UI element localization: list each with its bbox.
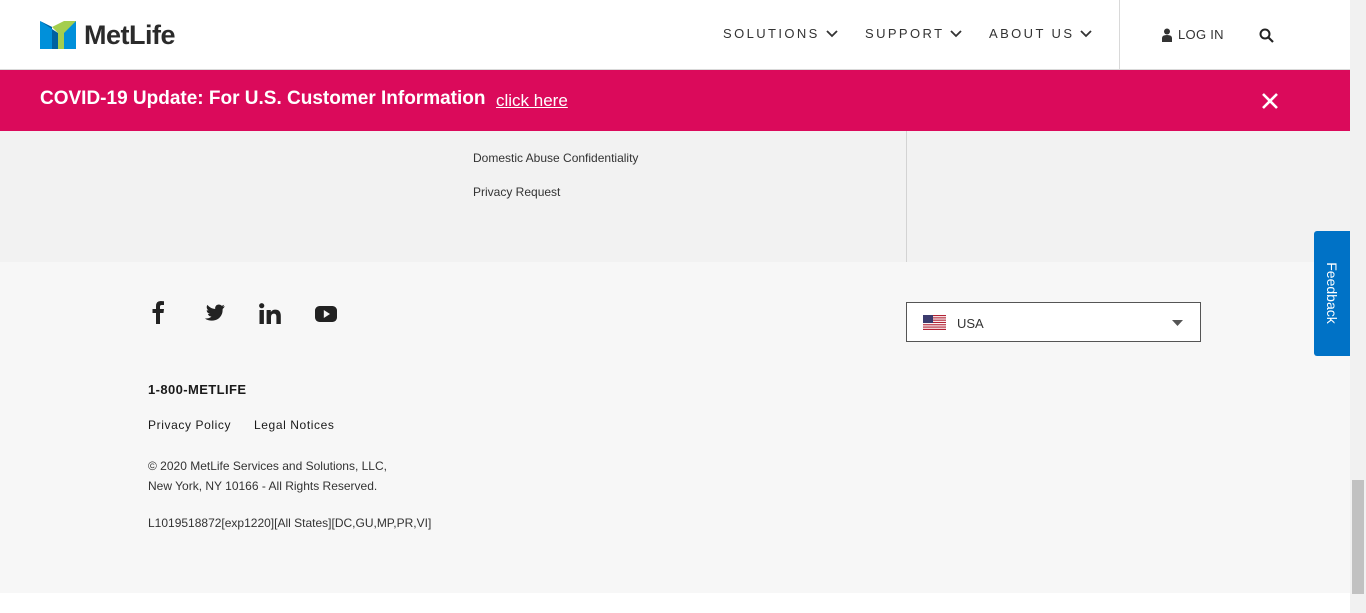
chevron-down-icon xyxy=(826,29,838,37)
phone-number[interactable]: 1-800-METLIFE xyxy=(148,382,246,397)
us-flag-icon xyxy=(923,315,946,330)
scrollbar-thumb[interactable] xyxy=(1352,480,1364,594)
linkedin-icon xyxy=(259,303,281,324)
search-button[interactable] xyxy=(1259,28,1274,48)
copyright-line-1: © 2020 MetLife Services and Solutions, L… xyxy=(148,459,387,473)
legal-notices-link[interactable]: Legal Notices xyxy=(254,418,335,432)
search-icon xyxy=(1259,28,1274,43)
metlife-logo-icon xyxy=(40,21,76,49)
covid-banner: COVID-19 Update: For U.S. Customer Infor… xyxy=(0,70,1350,131)
nav-support[interactable]: SUPPORT xyxy=(865,26,963,41)
page-scrollbar[interactable] xyxy=(1350,0,1366,613)
nav-solutions[interactable]: SOLUTIONS xyxy=(723,26,838,41)
copyright-line-2: New York, NY 10166 - All Rights Reserved… xyxy=(148,479,378,493)
logo-text: MetLife xyxy=(84,20,176,50)
site-header: MetLife SOLUTIONS SUPPORT ABOUT US LOG I… xyxy=(0,0,1350,70)
bottom-strip xyxy=(0,593,1350,613)
banner-close-button[interactable] xyxy=(1261,92,1279,115)
facebook-link[interactable] xyxy=(151,300,165,329)
privacy-request-link[interactable]: Privacy Request xyxy=(473,185,560,199)
linkedin-link[interactable] xyxy=(259,303,281,329)
youtube-link[interactable] xyxy=(315,305,337,328)
twitter-icon xyxy=(204,304,225,321)
close-icon xyxy=(1262,93,1278,109)
compliance-code: L1019518872[exp1220][All States][DC,GU,M… xyxy=(148,516,432,530)
footer-links-section xyxy=(0,131,1350,262)
caret-down-icon xyxy=(1172,320,1183,326)
nav-about-us[interactable]: ABOUT US xyxy=(989,26,1093,41)
twitter-link[interactable] xyxy=(203,304,225,327)
banner-click-here-link[interactable]: click here xyxy=(496,91,568,111)
feedback-label: Feedback xyxy=(1324,262,1340,324)
facebook-icon xyxy=(152,301,164,324)
chevron-down-icon xyxy=(950,29,963,37)
privacy-policy-link[interactable]: Privacy Policy xyxy=(148,418,231,432)
user-icon xyxy=(1162,28,1172,42)
metlife-logo[interactable]: MetLife xyxy=(40,19,176,51)
feedback-tab[interactable]: Feedback xyxy=(1314,231,1350,356)
login-link[interactable]: LOG IN xyxy=(1162,27,1224,42)
banner-text: COVID-19 Update: For U.S. Customer Infor… xyxy=(40,88,486,109)
links-divider xyxy=(906,131,907,262)
country-selector[interactable]: USA xyxy=(906,302,1201,342)
domestic-abuse-confidentiality-link[interactable]: Domestic Abuse Confidentiality xyxy=(473,151,638,165)
youtube-icon xyxy=(315,306,337,322)
country-selected-label: USA xyxy=(957,316,984,331)
copyright-text: © 2020 MetLife Services and Solutions, L… xyxy=(148,456,387,496)
chevron-down-icon xyxy=(1080,29,1093,37)
header-divider xyxy=(1119,0,1120,70)
